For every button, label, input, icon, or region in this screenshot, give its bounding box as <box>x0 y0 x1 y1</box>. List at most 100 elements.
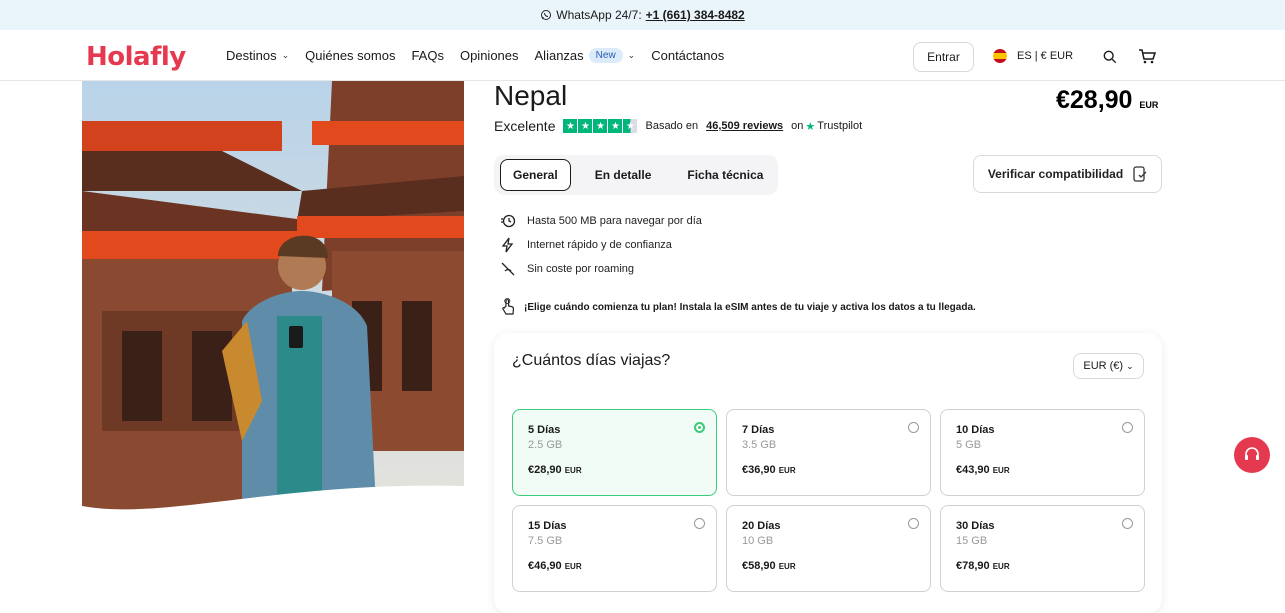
nav-item-contactanos[interactable]: Contáctanos <box>651 48 724 63</box>
product-title: Nepal <box>494 80 568 111</box>
plan-selector-card: ¿Cuántos días viajas? EUR (€) ⌄ 5 Días 2.… <box>494 333 1162 613</box>
product-price: €28,90 EUR <box>1056 86 1158 115</box>
trustpilot-rating[interactable]: Excelente ★ ★ ★ ★ ★ Basado en 46,509 rev… <box>494 118 862 134</box>
whatsapp-label: WhatsApp 24/7: <box>556 8 642 22</box>
tab-ficha-tecnica[interactable]: Ficha técnica <box>675 160 775 190</box>
plan-days: 5 Días <box>528 424 561 436</box>
hero-image <box>82 81 464 521</box>
hand-tap-icon <box>502 298 515 315</box>
based-on-label: Basado en <box>645 120 699 132</box>
plan-price-value: €78,90 <box>956 560 990 572</box>
holafly-logo[interactable]: Holafly <box>86 42 186 72</box>
review-count-link[interactable]: 46,509 reviews <box>706 120 783 132</box>
locale-label: ES | € EUR <box>1017 50 1074 62</box>
plan-price-currency: EUR <box>992 562 1010 571</box>
nav-item-alianzas[interactable]: Alianzas New ⌄ <box>534 48 636 63</box>
plan-price-value: €43,90 <box>956 464 990 476</box>
tab-general[interactable]: General <box>500 159 571 191</box>
star-icon: ★ <box>593 119 608 133</box>
plan-option[interactable]: 10 Días 5 GB €43,90 EUR <box>940 409 1145 496</box>
trustpilot-label: Trustpilot <box>817 120 863 132</box>
nav-item-quienes-somos[interactable]: Quiénes somos <box>305 48 395 63</box>
plan-selector-title: ¿Cuántos días viajas? <box>512 352 671 369</box>
plan-price-value: €28,90 <box>528 464 562 476</box>
plan-radio[interactable] <box>908 422 919 433</box>
plan-option[interactable]: 20 Días 10 GB €58,90 EUR <box>726 505 931 592</box>
plan-price: €28,90 EUR <box>528 464 701 476</box>
plan-days: 15 Días <box>528 520 567 532</box>
feature-text: Internet rápido y de confianza <box>527 239 672 251</box>
search-icon[interactable] <box>1103 50 1117 64</box>
nav-item-label: Destinos <box>226 48 277 63</box>
chevron-down-icon: ⌄ <box>1126 360 1134 371</box>
plan-days: 20 Días <box>742 520 781 532</box>
currency-select[interactable]: EUR (€) ⌄ <box>1073 353 1144 379</box>
plan-option[interactable]: 30 Días 15 GB €78,90 EUR <box>940 505 1145 592</box>
cart-icon[interactable] <box>1138 48 1156 64</box>
nav-item-faqs[interactable]: FAQs <box>411 48 444 63</box>
plan-data: 10 GB <box>742 535 774 547</box>
plan-price-currency: EUR <box>778 466 796 475</box>
price-value: €28,90 <box>1056 86 1133 114</box>
star-icon: ★ <box>578 119 593 133</box>
plan-price-value: €58,90 <box>742 560 776 572</box>
plan-price-currency: EUR <box>564 562 582 571</box>
feature-text: Sin coste por roaming <box>527 263 634 275</box>
plan-price: €36,90 EUR <box>742 464 915 476</box>
whatsapp-phone-link[interactable]: +1 (661) 384-8482 <box>646 8 745 22</box>
plan-price-currency: EUR <box>564 466 582 475</box>
feature-text: Hasta 500 MB para navegar por día <box>527 215 702 227</box>
plan-option[interactable]: 15 Días 7.5 GB €46,90 EUR <box>512 505 717 592</box>
plan-price-currency: EUR <box>778 562 796 571</box>
plan-price: €46,90 EUR <box>528 560 701 572</box>
plan-option[interactable]: 7 Días 3.5 GB €36,90 EUR <box>726 409 931 496</box>
spain-flag-icon <box>993 49 1007 63</box>
plan-grid: 5 Días 2.5 GB €28,90 EUR 7 Días 3.5 GB €… <box>512 409 1145 592</box>
plan-radio[interactable] <box>1122 518 1133 529</box>
plan-days: 10 Días <box>956 424 995 436</box>
notice-text: ¡Elige cuándo comienza tu plan! Instala … <box>524 301 976 313</box>
login-button[interactable]: Entrar <box>913 42 974 72</box>
star-icon: ★ <box>608 119 623 133</box>
plan-days: 30 Días <box>956 520 995 532</box>
chevron-down-icon: ⌄ <box>281 50 290 60</box>
plan-radio[interactable] <box>1122 422 1133 433</box>
locale-selector[interactable]: ES | € EUR <box>993 49 1073 63</box>
chevron-down-icon: ⌄ <box>627 50 636 60</box>
new-badge: New <box>588 48 623 63</box>
nav-item-label: Contáctanos <box>651 48 725 63</box>
plan-radio[interactable] <box>694 422 705 433</box>
plan-price-value: €36,90 <box>742 464 776 476</box>
trustpilot-star-icon: ★ <box>805 120 816 133</box>
clock-data-icon <box>501 214 516 228</box>
no-roaming-icon <box>501 262 515 276</box>
nav-item-label: Alianzas <box>534 48 584 63</box>
feature-item: Sin coste por roaming <box>500 257 702 281</box>
main-menu: Destinos ⌄ Quiénes somos FAQs Opiniones A… <box>226 48 740 63</box>
nav-item-opiniones[interactable]: Opiniones <box>460 48 519 63</box>
on-label: on <box>791 120 804 132</box>
rating-label: Excelente <box>494 118 556 134</box>
verify-compatibility-button[interactable]: Verificar compatibilidad <box>973 155 1162 193</box>
feature-item: Internet rápido y de confianza <box>500 233 702 257</box>
nav-item-destinos[interactable]: Destinos ⌄ <box>226 48 289 63</box>
nav-item-label: Quiénes somos <box>305 48 396 63</box>
plan-price: €78,90 EUR <box>956 560 1129 572</box>
compat-label: Verificar compatibilidad <box>987 167 1124 181</box>
plan-price-value: €46,90 <box>528 560 562 572</box>
main-navbar: Holafly Destinos ⌄ Quiénes somos FAQs Opi… <box>0 30 1285 81</box>
support-chat-button[interactable] <box>1234 437 1270 473</box>
nepal-traveler-image <box>82 81 464 521</box>
plan-option[interactable]: 5 Días 2.5 GB €28,90 EUR <box>512 409 717 496</box>
plan-data: 3.5 GB <box>742 439 777 451</box>
tab-en-detalle[interactable]: En detalle <box>583 160 664 190</box>
plan-data: 2.5 GB <box>528 439 563 451</box>
currency-value: EUR (€) <box>1083 360 1124 372</box>
nav-item-label: FAQs <box>411 48 444 63</box>
plan-radio[interactable] <box>908 518 919 529</box>
nav-item-label: Opiniones <box>459 48 519 63</box>
feature-item: Hasta 500 MB para navegar por día <box>500 209 702 233</box>
phone-check-icon <box>1133 166 1147 182</box>
headset-icon <box>1245 447 1259 460</box>
plan-radio[interactable] <box>694 518 705 529</box>
